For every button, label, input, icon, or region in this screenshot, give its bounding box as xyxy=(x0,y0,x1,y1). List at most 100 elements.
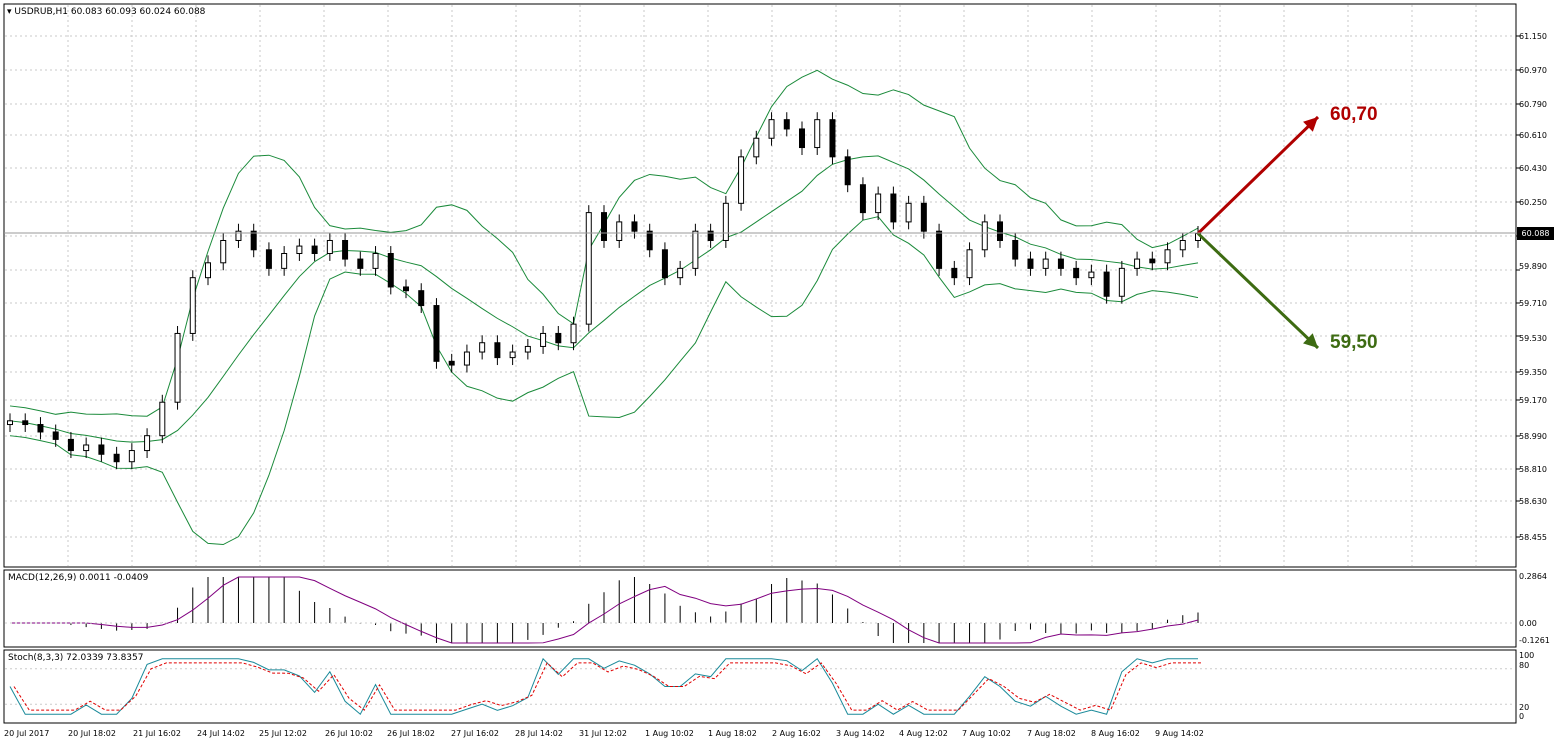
candle-body xyxy=(174,332,181,403)
candle-body xyxy=(1088,271,1095,279)
candle-body xyxy=(631,221,638,232)
macd-scale-zero: 0.00 xyxy=(1519,619,1537,628)
price-axis-label: 60.430 xyxy=(1519,164,1547,173)
candle-body xyxy=(814,119,821,149)
time-axis-label: 4 Aug 12:02 xyxy=(899,729,948,738)
time-axis-label: 25 Jul 12:02 xyxy=(259,729,307,738)
candle-body xyxy=(387,253,394,288)
candle-body xyxy=(997,221,1003,241)
candle-body xyxy=(220,239,227,264)
target-up-label: 60,70 xyxy=(1330,104,1378,125)
candle-body xyxy=(966,249,973,279)
candle-body xyxy=(585,212,592,325)
time-axis-label: 20 Jul 18:02 xyxy=(68,729,116,738)
price-axis-label: 60.970 xyxy=(1519,66,1547,75)
stoch-scale-0: 0 xyxy=(1519,712,1525,721)
candle-body xyxy=(189,277,196,334)
candle-body xyxy=(844,156,851,186)
candle-body xyxy=(281,253,288,269)
price-axis-label: 59.710 xyxy=(1519,299,1547,308)
candle-body xyxy=(357,258,364,269)
time-axis-label: 21 Jul 16:02 xyxy=(133,729,181,738)
candle-body xyxy=(722,202,729,241)
candle-body xyxy=(601,212,607,241)
price-axis-label: 60.610 xyxy=(1519,131,1547,140)
candle-body xyxy=(372,253,379,269)
candle-body xyxy=(859,184,866,214)
stoch-pane xyxy=(3,649,1517,724)
candle-body xyxy=(540,332,547,347)
candle-body xyxy=(1134,258,1141,269)
candle-body xyxy=(433,305,440,362)
time-axis-label: 26 Jul 10:02 xyxy=(325,729,373,738)
candle-body xyxy=(1149,258,1156,264)
candle-body xyxy=(890,193,897,223)
stoch-scale-20: 20 xyxy=(1519,703,1530,712)
candle-body xyxy=(205,262,211,279)
candle-body xyxy=(738,156,745,204)
candle-body xyxy=(342,239,349,260)
candle-body xyxy=(616,221,623,241)
candle-body xyxy=(494,342,501,359)
candle-body xyxy=(753,137,760,158)
current-price-tag: 60.088 xyxy=(1517,227,1554,240)
time-axis-label: 31 Jul 12:02 xyxy=(579,729,627,738)
macd-scale-bottom: -0.1261 xyxy=(1519,636,1550,645)
candle-body xyxy=(418,290,425,307)
candle-body xyxy=(829,119,836,158)
candle-body xyxy=(570,323,577,344)
candle-body xyxy=(799,128,805,149)
candle-body xyxy=(768,119,775,139)
candle-body xyxy=(159,401,166,437)
candle-body xyxy=(524,345,531,353)
candle-body xyxy=(67,438,74,452)
candle-body xyxy=(250,230,257,251)
price-axis-label: 59.890 xyxy=(1519,262,1547,271)
candle-body xyxy=(692,230,699,269)
chart-canvas xyxy=(3,3,1520,724)
candle-body xyxy=(555,332,562,344)
time-axis-label: 3 Aug 14:02 xyxy=(836,729,885,738)
candle-body xyxy=(1057,258,1064,269)
candle-body xyxy=(875,193,882,214)
candle-body xyxy=(951,267,958,279)
candle-body xyxy=(1042,258,1049,269)
main-pane xyxy=(3,3,1517,568)
time-axis-label: 1 Aug 10:02 xyxy=(645,729,694,738)
candle-body xyxy=(144,435,151,452)
stoch-scale-100: 100 xyxy=(1519,651,1535,660)
time-axis-label: 9 Aug 14:02 xyxy=(1155,729,1204,738)
candle-body xyxy=(677,267,684,279)
price-axis-label: 58.990 xyxy=(1519,432,1547,441)
price-axis-label: 61.150 xyxy=(1519,32,1547,41)
price-axis-label: 59.350 xyxy=(1519,368,1547,377)
main-pane-title: ▾ USDRUB,H1 60.083 60.093 60.024 60.088 xyxy=(7,7,206,17)
price-axis-label: 59.530 xyxy=(1519,334,1547,343)
price-axis-label: 58.630 xyxy=(1519,497,1547,506)
candle-body xyxy=(448,360,455,366)
candle-body xyxy=(479,342,486,353)
candle-body xyxy=(296,245,303,255)
candle-body xyxy=(646,230,653,251)
time-axis-label: 7 Aug 10:02 xyxy=(962,729,1011,738)
time-axis-label: 1 Aug 18:02 xyxy=(708,729,757,738)
candle-body xyxy=(509,351,516,359)
candle-body xyxy=(981,221,988,251)
time-axis-label: 24 Jul 14:02 xyxy=(197,729,245,738)
candle-body xyxy=(113,453,120,463)
axis-ticks xyxy=(1516,35,1520,538)
price-axis-label: 58.455 xyxy=(1519,533,1547,542)
candle-body xyxy=(265,249,272,269)
candle-body xyxy=(783,119,790,130)
candle-body xyxy=(326,239,333,255)
candle-body xyxy=(905,202,912,223)
candle-body xyxy=(1118,267,1125,297)
candle-body xyxy=(1179,239,1186,251)
candle-body xyxy=(1073,267,1080,279)
candle-body xyxy=(1103,271,1110,297)
price-axis-label: 58.810 xyxy=(1519,465,1547,474)
candle-body xyxy=(52,431,59,440)
candle-body xyxy=(1164,249,1171,264)
candle-body xyxy=(936,230,943,269)
time-axis-label: 26 Jul 18:02 xyxy=(387,729,435,738)
